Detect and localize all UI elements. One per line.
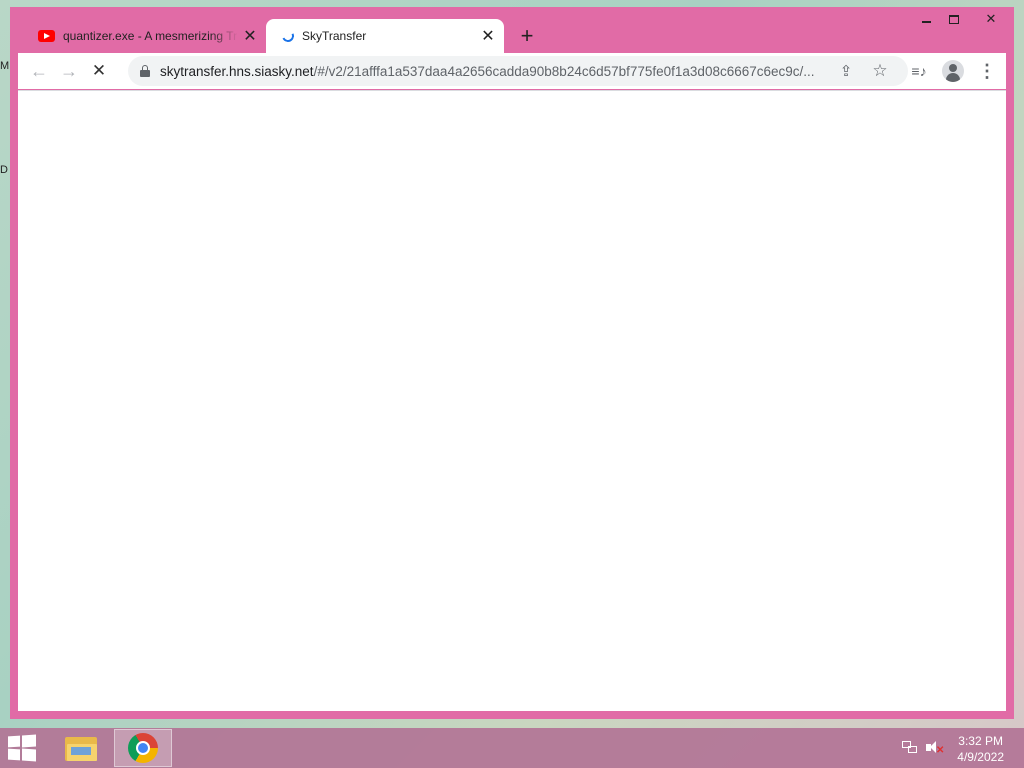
media-control-icon[interactable]: ≡♪ <box>904 56 934 86</box>
taskbar-chrome[interactable] <box>114 729 172 767</box>
maximize-button[interactable] <box>940 7 968 31</box>
taskbar: ✕ 3:32 PM 4/9/2022 <box>0 728 1024 768</box>
desktop-icon-label-m[interactable]: M <box>0 60 9 72</box>
url-host: skytransfer.hns.siasky.net <box>160 63 314 79</box>
profile-button[interactable] <box>938 56 968 86</box>
close-icon: ✕ <box>985 11 997 26</box>
lock-icon[interactable] <box>140 65 150 77</box>
back-button[interactable]: ← <box>24 56 54 86</box>
tab-close-button[interactable]: ✕ <box>238 24 262 48</box>
start-button[interactable] <box>8 734 38 762</box>
tab-youtube[interactable]: quantizer.exe - A mesmerizing Tr ✕ <box>28 19 266 53</box>
toolbar-right-icons: ≡♪ ⋮ <box>904 56 1002 86</box>
window-controls: ✕ <box>912 7 1014 35</box>
minimize-icon <box>921 21 931 23</box>
chrome-icon <box>128 733 158 763</box>
system-tray: ✕ <box>902 740 944 756</box>
clock-date: 4/9/2022 <box>957 750 1004 764</box>
stop-loading-button[interactable]: ✕ <box>84 56 114 86</box>
taskbar-clock[interactable]: 3:32 PM 4/9/2022 <box>957 733 1004 765</box>
maximize-icon <box>949 14 959 24</box>
close-window-button[interactable]: ✕ <box>968 7 1014 31</box>
new-tab-button[interactable]: + <box>514 23 540 49</box>
tab-title: quantizer.exe - A mesmerizing Tr <box>63 29 238 43</box>
taskbar-file-explorer[interactable] <box>52 729 110 767</box>
url-path: /#/v2/21afffa1a537daa4a2656cadda90b8b24c… <box>313 63 815 79</box>
page-content[interactable] <box>18 90 1006 711</box>
url-text[interactable]: skytransfer.hns.siasky.net/#/v2/21afffa1… <box>160 64 830 79</box>
browser-menu-icon[interactable]: ⋮ <box>972 56 1002 86</box>
minimize-button[interactable] <box>912 7 940 31</box>
bookmark-star-icon[interactable]: ☆ <box>868 59 892 83</box>
clock-time: 3:32 PM <box>958 734 1003 748</box>
browser-window: ✕ quantizer.exe - A mesmerizing Tr ✕ Sky… <box>10 7 1014 719</box>
address-bar[interactable]: skytransfer.hns.siasky.net/#/v2/21afffa1… <box>128 56 908 86</box>
tab-skytransfer[interactable]: SkyTransfer ✕ <box>266 19 504 53</box>
network-icon[interactable] <box>902 741 918 755</box>
browser-toolbar: ← → ✕ skytransfer.hns.siasky.net/#/v2/21… <box>18 53 1006 89</box>
tab-title: SkyTransfer <box>302 29 367 43</box>
forward-button[interactable]: → <box>54 56 84 86</box>
youtube-icon <box>38 30 55 42</box>
volume-muted-icon[interactable]: ✕ <box>926 740 944 756</box>
avatar <box>942 60 964 82</box>
share-icon[interactable]: ⇪ <box>834 59 858 83</box>
tab-close-button[interactable]: ✕ <box>476 24 500 48</box>
desktop-icon-label-d[interactable]: D <box>0 164 8 176</box>
folder-icon <box>65 735 97 761</box>
